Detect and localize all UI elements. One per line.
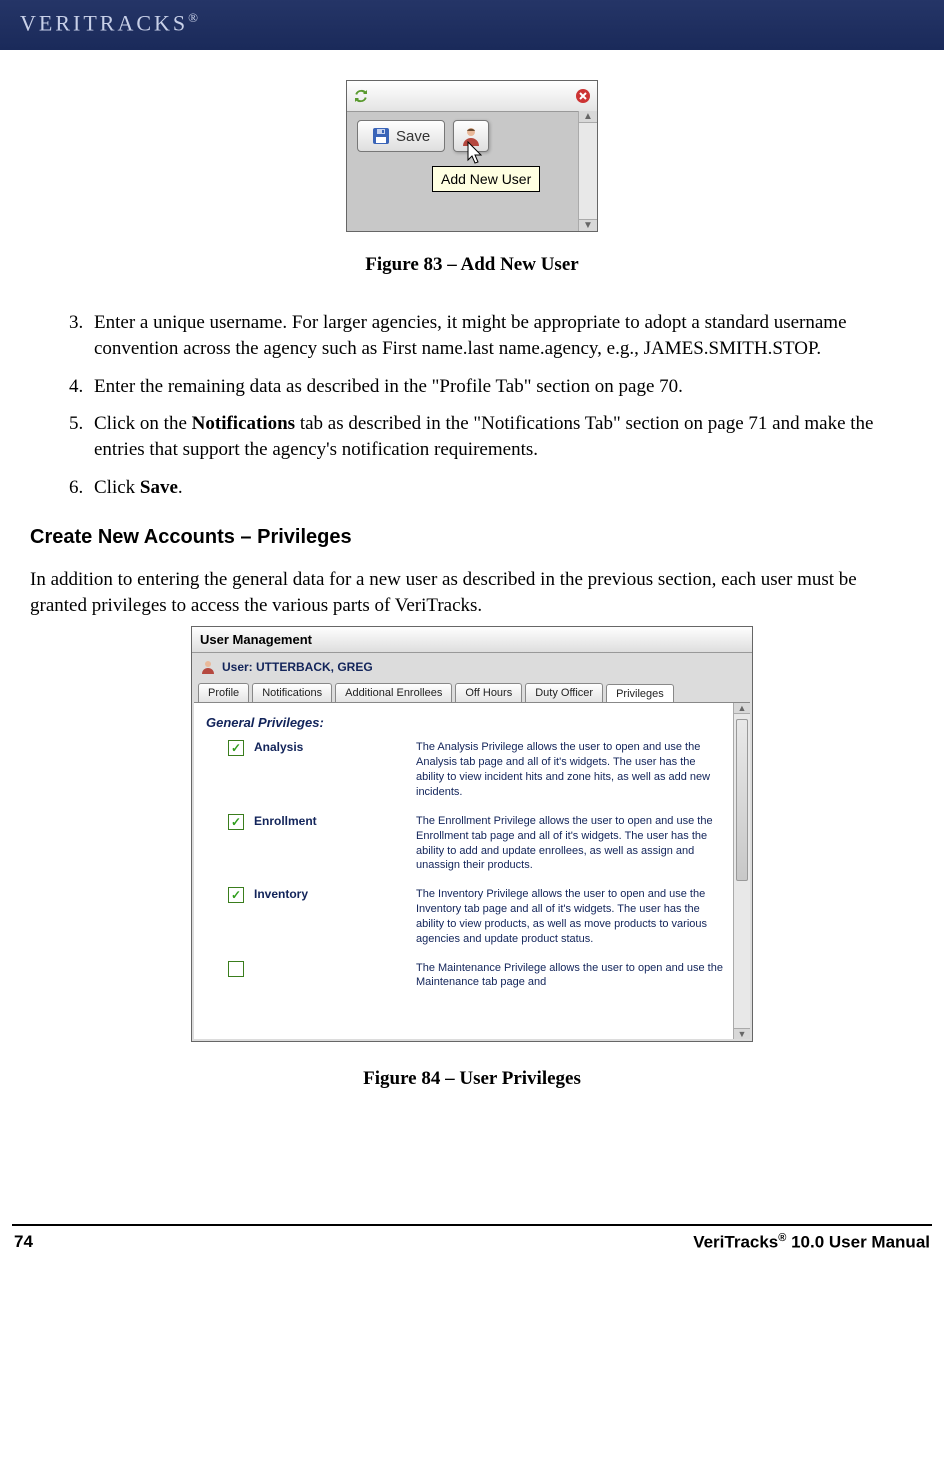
privilege-desc: The Analysis Privilege allows the user t… (416, 740, 746, 799)
section-intro-text: In addition to entering the general data… (30, 567, 914, 618)
privilege-row-analysis: Analysis The Analysis Privilege allows t… (228, 740, 746, 799)
step-3: Enter a unique username. For larger agen… (88, 310, 914, 361)
checkbox-inventory[interactable] (228, 887, 244, 903)
privileges-scrollbar[interactable] (733, 703, 750, 1039)
instruction-steps: Enter a unique username. For larger agen… (30, 310, 914, 500)
privilege-name: Enrollment (254, 814, 317, 828)
privilege-row-maintenance: The Maintenance Privilege allows the use… (228, 961, 746, 991)
step-4: Enter the remaining data as described in… (88, 374, 914, 400)
add-user-tooltip: Add New User (432, 166, 540, 192)
doc-title: VeriTracks® 10.0 User Manual (693, 1232, 930, 1253)
tab-additional-enrollees[interactable]: Additional Enrollees (335, 683, 452, 702)
figure-83-toolbar (347, 81, 597, 112)
checkbox-analysis[interactable] (228, 740, 244, 756)
user-icon (460, 125, 482, 147)
privilege-row-inventory: Inventory The Inventory Privilege allows… (228, 887, 746, 946)
page-number: 74 (14, 1232, 33, 1253)
figure-83-add-new-user: Save Add New User (346, 80, 598, 232)
figure-83-caption: Figure 83 – Add New User (30, 254, 914, 276)
panel-title: User Management (192, 627, 752, 653)
figure-84-user-privileges: User Management User: UTTERBACK, GREG Pr… (191, 626, 753, 1042)
brand-reg: ® (188, 10, 198, 25)
privilege-desc: The Maintenance Privilege allows the use… (416, 961, 746, 991)
close-icon[interactable] (575, 88, 591, 104)
tab-profile[interactable]: Profile (198, 683, 249, 702)
brand-header: VERITRACKS® (0, 0, 944, 50)
floppy-disk-icon (372, 127, 390, 145)
page-footer: 74 VeriTracks® 10.0 User Manual (12, 1224, 932, 1267)
checkbox-enrollment[interactable] (228, 814, 244, 830)
add-user-button[interactable] (453, 120, 489, 152)
privilege-row-enrollment: Enrollment The Enrollment Privilege allo… (228, 814, 746, 873)
section-heading-privileges: Create New Accounts – Privileges (30, 526, 914, 549)
privilege-name: Inventory (254, 887, 308, 901)
figure-83-scrollbar[interactable] (578, 111, 597, 231)
tab-privileges[interactable]: Privileges (606, 684, 674, 703)
privilege-name: Analysis (254, 740, 303, 754)
general-privileges-label: General Privileges: (206, 715, 746, 730)
step-5: Click on the Notifications tab as descri… (88, 411, 914, 462)
save-button-label: Save (396, 128, 430, 145)
tab-strip: Profile Notifications Additional Enrolle… (192, 683, 752, 702)
figure-84-caption: Figure 84 – User Privileges (30, 1068, 914, 1090)
step-6: Click Save. (88, 475, 914, 501)
privilege-desc: The Inventory Privilege allows the user … (416, 887, 746, 946)
checkbox-maintenance[interactable] (228, 961, 244, 977)
brand-name: VERITRACKS (20, 10, 188, 35)
save-button[interactable]: Save (357, 120, 445, 152)
refresh-icon[interactable] (353, 88, 369, 104)
privilege-desc: The Enrollment Privilege allows the user… (416, 814, 746, 873)
tab-off-hours[interactable]: Off Hours (455, 683, 522, 702)
user-header: User: UTTERBACK, GREG (192, 653, 752, 683)
user-name: UTTERBACK, GREG (256, 660, 373, 674)
tab-notifications[interactable]: Notifications (252, 683, 332, 702)
user-small-icon (200, 659, 216, 675)
tab-duty-officer[interactable]: Duty Officer (525, 683, 603, 702)
